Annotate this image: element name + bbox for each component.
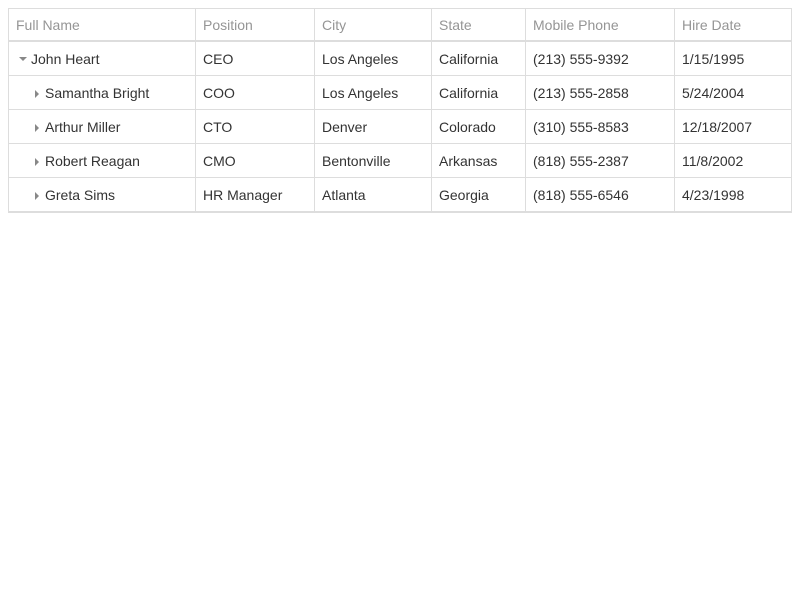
table-row[interactable]: Greta Sims HR Manager Atlanta Georgia (8… [9,178,791,212]
expand-arrow-icon[interactable] [30,120,44,134]
cell-city: Los Angeles [315,42,432,75]
cell-state: Georgia [432,178,526,211]
table-row[interactable]: Robert Reagan CMO Bentonville Arkansas (… [9,144,791,178]
cell-state: California [432,42,526,75]
cell-full-name: Samantha Bright [9,76,196,109]
cell-hire-date: 12/18/2007 [682,118,753,135]
cell-full-name: John Heart [9,42,196,75]
full-name-text: John Heart [31,50,100,67]
column-header-state[interactable]: State [432,9,526,40]
table-row[interactable]: Arthur Miller CTO Denver Colorado (310) … [9,110,791,144]
cell-position: CMO [196,144,315,177]
column-header-full-name[interactable]: Full Name [9,9,196,40]
cell-full-name: Arthur Miller [9,110,196,143]
full-name-text: Samantha Bright [45,84,150,101]
table-row[interactable]: John Heart CEO Los Angeles California (2… [9,42,791,76]
full-name-text: Greta Sims [45,186,116,203]
cell-hire-date: 4/23/1998 [682,186,745,203]
cell-mobile-phone: (213) 555-2858 [526,76,675,109]
cell-mobile-phone: (818) 555-2387 [526,144,675,177]
cell-mobile-phone: (818) 555-6546 [526,178,675,211]
column-header-city[interactable]: City [315,9,432,40]
cell-mobile-phone: (213) 555-9392 [526,42,675,75]
full-name-text: Robert Reagan [45,152,140,169]
column-header-position[interactable]: Position [196,9,315,40]
table-row[interactable]: Samantha Bright COO Los Angeles Californ… [9,76,791,110]
cell-state: Arkansas [432,144,526,177]
cell-city: Denver [315,110,432,143]
collapse-arrow-icon[interactable] [16,52,30,66]
cell-state: California [432,76,526,109]
cell-position: COO [196,76,315,109]
expand-arrow-icon[interactable] [30,154,44,168]
column-header-hire-date[interactable]: Hire Date [675,9,791,40]
cell-full-name: Robert Reagan [9,144,196,177]
cell-position: CEO [196,42,315,75]
cell-hire-date: 11/8/2002 [682,152,744,169]
expand-arrow-icon[interactable] [30,86,44,100]
cell-hire-date: 1/15/1995 [682,50,745,67]
cell-hire-date: 5/24/2004 [682,84,745,101]
cell-mobile-phone: (310) 555-8583 [526,110,675,143]
full-name-text: Arthur Miller [45,118,121,135]
cell-full-name: Greta Sims [9,178,196,211]
expand-arrow-icon[interactable] [30,188,44,202]
cell-city: Bentonville [315,144,432,177]
header-row: Full Name Position City State Mobile Pho… [9,9,791,42]
column-header-mobile-phone[interactable]: Mobile Phone [526,9,675,40]
cell-state: Colorado [432,110,526,143]
cell-city: Los Angeles [315,76,432,109]
employee-tree-list: Full Name Position City State Mobile Pho… [8,8,792,213]
cell-position: HR Manager [196,178,315,211]
cell-position: CTO [196,110,315,143]
cell-city: Atlanta [315,178,432,211]
